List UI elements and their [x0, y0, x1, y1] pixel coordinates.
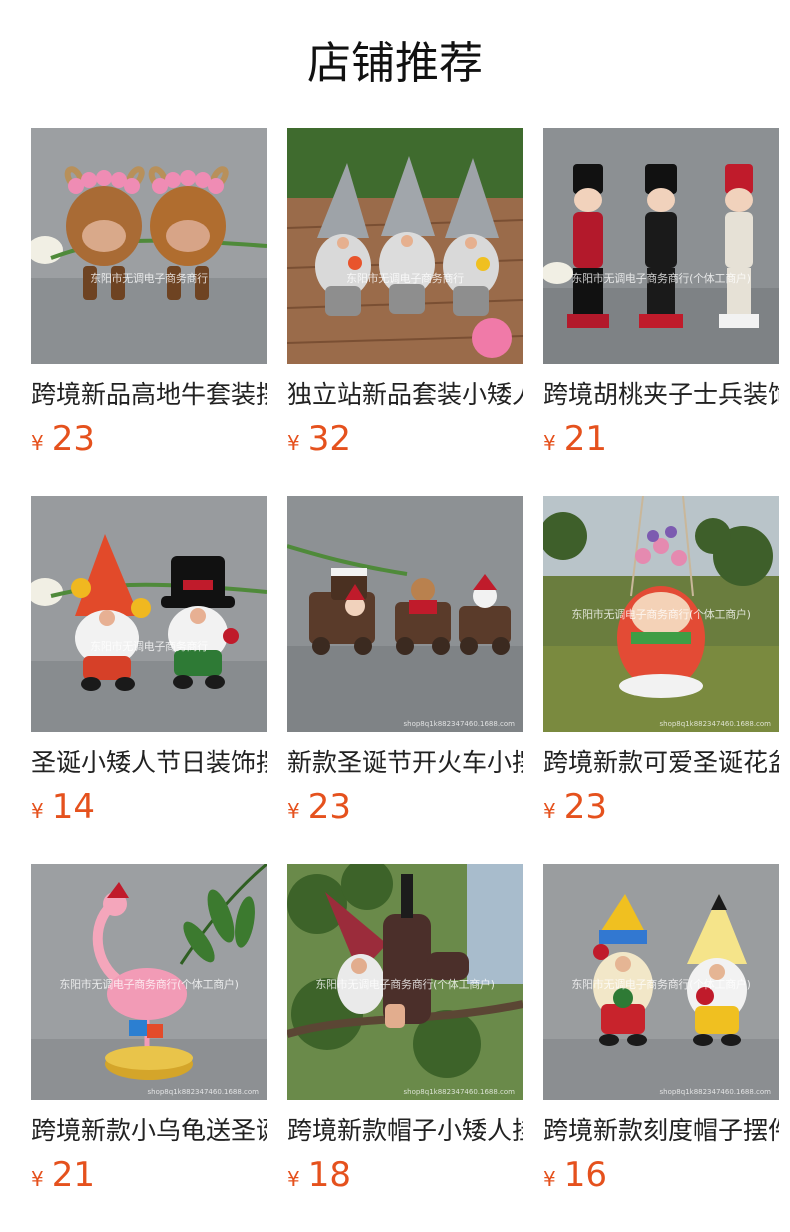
product-name[interactable]: 跨境新款小乌龟送圣诞礼物: [31, 1114, 267, 1148]
image-watermark: 东阳市无调电子商务商行(个体工商户): [571, 272, 751, 285]
price-amount: 23: [563, 787, 607, 827]
product-price: ¥23: [543, 786, 779, 828]
product-image[interactable]: 东阳市无调电子商务商行(个体工商户): [543, 128, 779, 364]
shop-url-watermark: shop8q1k882347460.1688.com: [659, 1088, 771, 1096]
product-name[interactable]: 独立站新品套装小矮人: [287, 378, 523, 412]
product-card[interactable]: 东阳市无调电子商务商行(个体工商户) shop8q1k882347460.168…: [287, 864, 523, 1232]
price-amount: 23: [51, 419, 95, 459]
price-amount: 23: [307, 787, 351, 827]
currency-symbol: ¥: [543, 799, 556, 823]
product-price: ¥32: [287, 418, 523, 460]
product-price: ¥14: [31, 786, 267, 828]
product-card[interactable]: 东阳市无调电子商务商行(个体工商户) shop8q1k882347460.168…: [31, 864, 267, 1232]
product-image[interactable]: 东阳市无调电子商务商行: [287, 128, 523, 364]
product-card[interactable]: 东阳市无调电子商务商行(个体工商户) shop8q1k882347460.168…: [543, 496, 779, 864]
price-amount: 16: [563, 1155, 607, 1195]
product-name[interactable]: 跨境胡桃夹子士兵装饰: [543, 378, 779, 412]
image-watermark: 东阳市无调电子商务商行(个体工商户): [315, 978, 495, 991]
currency-symbol: ¥: [543, 1167, 556, 1191]
gnome-trio-figurines-icon: [287, 128, 523, 364]
shop-url-watermark: shop8q1k882347460.1688.com: [403, 1088, 515, 1096]
currency-symbol: ¥: [287, 799, 300, 823]
product-card[interactable]: 东阳市无调电子商务商行 圣诞小矮人节日装饰摆件 ¥14: [31, 496, 267, 864]
product-price: ¥23: [287, 786, 523, 828]
currency-symbol: ¥: [31, 1167, 44, 1191]
product-card[interactable]: 东阳市无调电子商务商行 独立站新品套装小矮人 ¥32: [287, 128, 523, 496]
currency-symbol: ¥: [31, 799, 44, 823]
shop-url-watermark: shop8q1k882347460.1688.com: [659, 720, 771, 728]
product-image[interactable]: 东阳市无调电子商务商行(个体工商户) shop8q1k882347460.168…: [287, 864, 523, 1100]
nutcracker-soldiers-icon: [543, 128, 779, 364]
product-price: ¥21: [543, 418, 779, 460]
product-grid: 东阳市无调电子商务商行 跨境新品高地牛套装摆件 ¥23: [31, 128, 779, 1232]
product-image[interactable]: 东阳市无调电子商务商行(个体工商户) shop8q1k882347460.168…: [543, 864, 779, 1100]
price-amount: 32: [307, 419, 351, 459]
product-price: ¥18: [287, 1154, 523, 1196]
price-amount: 21: [563, 419, 607, 459]
image-watermark: 东阳市无调电子商务商行: [346, 272, 464, 285]
product-price: ¥21: [31, 1154, 267, 1196]
product-card[interactable]: 东阳市无调电子商务商行(个体工商户) shop8q1k882347460.168…: [543, 864, 779, 1232]
price-amount: 21: [51, 1155, 95, 1195]
product-name[interactable]: 圣诞小矮人节日装饰摆件: [31, 746, 267, 780]
product-card[interactable]: shop8q1k882347460.1688.com 新款圣诞节开火车小摆件 ¥…: [287, 496, 523, 864]
image-watermark: 东阳市无调电子商务商行: [90, 640, 208, 653]
product-name[interactable]: 跨境新款可爱圣诞花盆: [543, 746, 779, 780]
shop-url-watermark: shop8q1k882347460.1688.com: [147, 1088, 259, 1096]
product-card[interactable]: 东阳市无调电子商务商行(个体工商户) 跨境胡桃夹子士兵装饰 ¥21: [543, 128, 779, 496]
christmas-gnome-pair-icon: [31, 496, 267, 732]
image-watermark: 东阳市无调电子商务商行: [90, 272, 208, 285]
product-name[interactable]: 新款圣诞节开火车小摆件: [287, 746, 523, 780]
product-image[interactable]: 东阳市无调电子商务商行(个体工商户) shop8q1k882347460.168…: [31, 864, 267, 1100]
image-watermark: 东阳市无调电子商务商行(个体工商户): [571, 978, 751, 991]
product-name[interactable]: 跨境新品高地牛套装摆件: [31, 378, 267, 412]
highland-cow-figurines-icon: [31, 128, 267, 364]
store-recommendation-page: 店铺推荐 东阳市无调电子商务商行 跨境新品高地牛套装 ¥ 23 东阳市无调电子商…: [0, 0, 790, 1232]
currency-symbol: ¥: [543, 431, 556, 455]
product-price: ¥23: [31, 418, 267, 460]
currency-symbol: ¥: [31, 431, 44, 455]
price-amount: 18: [307, 1155, 351, 1195]
product-name[interactable]: 跨境新款帽子小矮人挂件: [287, 1114, 523, 1148]
product-card[interactable]: 东阳市无调电子商务商行 跨境新品高地牛套装摆件 ¥23: [31, 128, 267, 496]
product-name[interactable]: 跨境新款刻度帽子摆件: [543, 1114, 779, 1148]
price-amount: 14: [51, 787, 95, 827]
product-image[interactable]: 东阳市无调电子商务商行(个体工商户) shop8q1k882347460.168…: [543, 496, 779, 732]
product-price: ¥16: [543, 1154, 779, 1196]
currency-symbol: ¥: [287, 1167, 300, 1191]
page-title: 店铺推荐: [307, 38, 483, 89]
currency-symbol: ¥: [287, 431, 300, 455]
shop-url-watermark: shop8q1k882347460.1688.com: [403, 720, 515, 728]
christmas-train-figurines-icon: [287, 496, 523, 732]
product-image[interactable]: 东阳市无调电子商务商行: [31, 128, 267, 364]
image-watermark: 东阳市无调电子商务商行(个体工商户): [571, 608, 751, 621]
product-image[interactable]: 东阳市无调电子商务商行: [31, 496, 267, 732]
image-watermark: 东阳市无调电子商务商行(个体工商户): [59, 978, 239, 991]
product-image[interactable]: shop8q1k882347460.1688.com: [287, 496, 523, 732]
